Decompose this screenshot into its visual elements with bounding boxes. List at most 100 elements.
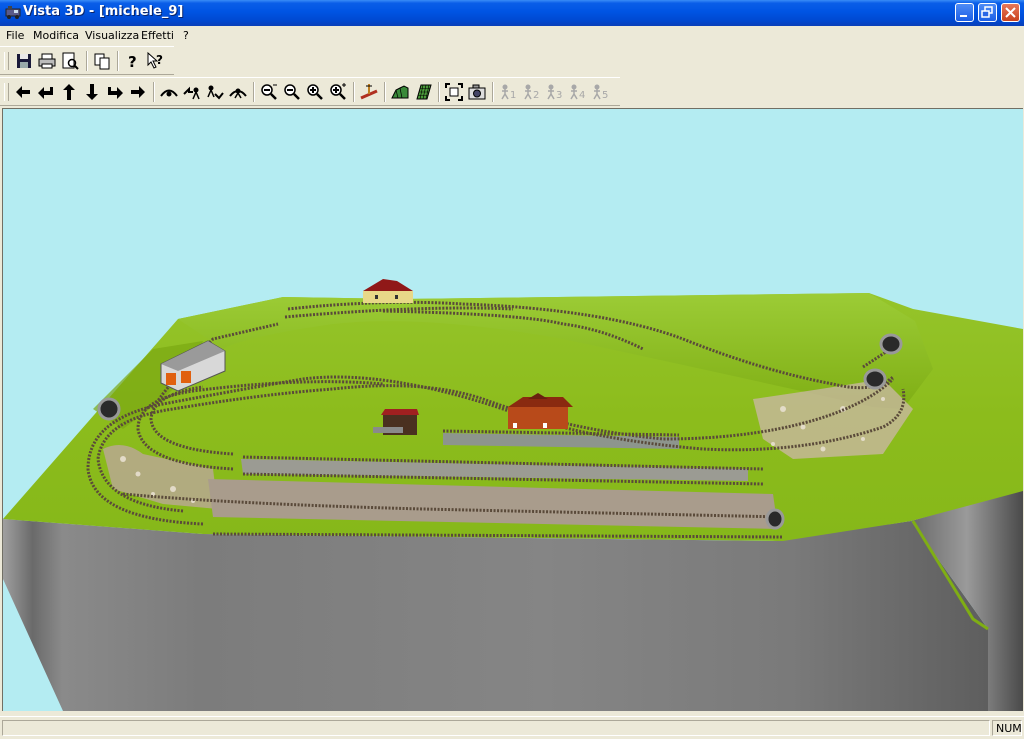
restore-button[interactable] <box>978 3 997 22</box>
toolbar-separator <box>353 82 355 102</box>
rotate-right-button[interactable] <box>205 82 225 102</box>
minimize-button[interactable] <box>955 3 974 22</box>
arrow-back-left-icon <box>38 87 53 99</box>
context-help-icon: ? <box>147 51 163 69</box>
arrow-forward-right-icon <box>108 87 123 99</box>
zoom-in-more-icon <box>330 83 346 100</box>
toolbar-separator <box>438 82 440 102</box>
close-icon <box>1005 7 1016 18</box>
camera-3-number: 3 <box>556 90 562 101</box>
zoom-in-more-button[interactable] <box>328 82 348 102</box>
track-height-button[interactable] <box>359 82 379 102</box>
menu-modifica[interactable]: Modifica <box>33 29 79 42</box>
context-help-button[interactable]: ? <box>146 51 166 71</box>
rotate-left-button[interactable] <box>182 82 202 102</box>
view-toolbar: 1 2 3 4 5 <box>0 77 620 106</box>
zoom-out-more-icon <box>261 84 277 100</box>
move-forward-right-button[interactable] <box>105 82 125 102</box>
eye-level-icon <box>229 88 247 99</box>
camera-4-button: 4 <box>567 82 587 102</box>
tilt-view-button[interactable] <box>159 82 179 102</box>
menu-file[interactable]: File <box>6 29 24 42</box>
hill-house <box>363 279 413 303</box>
help-icon: ? <box>128 53 137 71</box>
camera-3-button: 3 <box>544 82 564 102</box>
camera-2-icon: 2 <box>524 84 539 101</box>
terrain-icon <box>391 85 409 99</box>
move-left-button[interactable] <box>13 82 33 102</box>
print-button[interactable] <box>37 51 57 71</box>
zoom-in-icon <box>307 84 323 100</box>
zoom-out-icon <box>284 84 300 100</box>
zoom-in-button[interactable] <box>305 82 325 102</box>
rotate-right-icon <box>207 85 224 100</box>
title-bar: Vista 3D - [michele_9] <box>0 0 1024 26</box>
camera-1-button: 1 <box>498 82 518 102</box>
copy-icon <box>94 53 110 70</box>
eye-level-button[interactable] <box>228 82 248 102</box>
menu-help[interactable]: ? <box>183 29 189 42</box>
3d-viewport[interactable] <box>2 108 1023 711</box>
camera-1-number: 1 <box>510 90 516 101</box>
grid-icon <box>416 84 432 100</box>
toolbar-grip[interactable] <box>4 83 9 101</box>
snapshot-icon <box>468 84 486 100</box>
cliff-front <box>3 519 988 711</box>
svg-text:?: ? <box>156 53 163 67</box>
menu-visualizza[interactable]: Visualizza <box>85 29 139 42</box>
rotate-left-icon <box>183 86 200 100</box>
toolbar-grip[interactable] <box>4 52 9 70</box>
camera-5-button: 5 <box>590 82 610 102</box>
move-right-button[interactable] <box>128 82 148 102</box>
zoom-out-button[interactable] <box>282 82 302 102</box>
close-button[interactable] <box>1001 3 1020 22</box>
fit-view-button[interactable] <box>444 82 464 102</box>
arrow-right-icon <box>131 86 145 98</box>
toolbar-separator <box>253 82 255 102</box>
camera-2-number: 2 <box>533 90 539 101</box>
move-back-left-button[interactable] <box>36 82 56 102</box>
num-lock-indicator: NUM <box>992 720 1022 736</box>
layout-3d-scene[interactable] <box>3 109 1023 711</box>
terrain-button[interactable] <box>390 82 410 102</box>
copy-button[interactable] <box>92 51 112 71</box>
move-down-button[interactable] <box>82 82 102 102</box>
toolbar-separator <box>117 51 119 71</box>
grid-button[interactable] <box>413 82 433 102</box>
toolbar-separator <box>384 82 386 102</box>
arrow-left-icon <box>16 86 30 98</box>
save-button[interactable] <box>14 51 34 71</box>
print-preview-icon <box>62 52 79 70</box>
help-button[interactable]: ? <box>123 51 143 71</box>
camera-5-icon: 5 <box>593 84 608 101</box>
status-message <box>2 720 990 736</box>
camera-4-number: 4 <box>579 90 585 101</box>
camera-3-icon: 3 <box>547 84 562 101</box>
svg-text:?: ? <box>128 53 137 71</box>
window-title: Vista 3D - [michele_9] <box>23 4 184 19</box>
toolbar-separator <box>86 51 88 71</box>
menu-bar: File Modifica Visualizza Effetti ? <box>0 26 1024 45</box>
camera-2-button: 2 <box>521 82 541 102</box>
standard-toolbar: ? ? <box>0 46 174 75</box>
save-icon <box>17 54 31 68</box>
zoom-out-more-button[interactable] <box>259 82 279 102</box>
arrow-down-icon <box>86 84 98 100</box>
toolbar-separator <box>153 82 155 102</box>
move-up-button[interactable] <box>59 82 79 102</box>
print-preview-button[interactable] <box>60 51 80 71</box>
restore-icon <box>981 6 993 18</box>
status-bar: NUM <box>0 716 1024 739</box>
tilt-view-icon <box>160 89 178 97</box>
toolbar-separator <box>492 82 494 102</box>
camera-4-icon: 4 <box>570 84 585 101</box>
print-icon <box>38 53 56 69</box>
arrow-up-icon <box>63 84 75 100</box>
track-height-icon <box>360 84 378 100</box>
camera-1-icon: 1 <box>501 84 516 101</box>
fit-view-icon <box>445 83 463 101</box>
snapshot-button[interactable] <box>467 82 487 102</box>
minimize-icon <box>960 15 967 17</box>
app-icon[interactable] <box>5 4 21 20</box>
menu-effetti[interactable]: Effetti <box>141 29 174 42</box>
